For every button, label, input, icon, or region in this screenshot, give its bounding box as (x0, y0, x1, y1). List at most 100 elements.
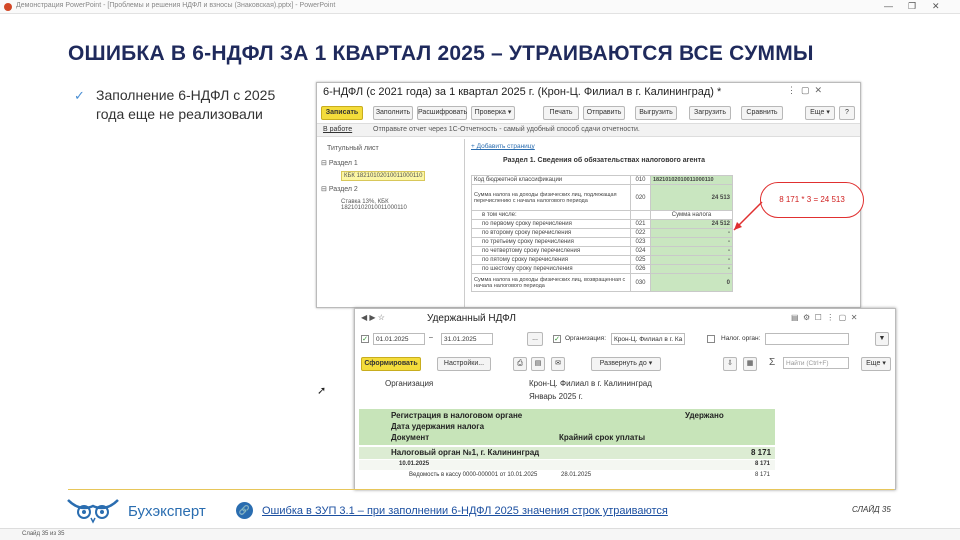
table-row: по второму сроку перечисления 022- (471, 228, 733, 238)
settings-button[interactable]: Настройки... (437, 357, 491, 371)
org-checkbox[interactable]: ✓ (553, 335, 561, 343)
group-row[interactable]: Налоговый орган №1, г. Калининград 8 171 (359, 447, 775, 459)
row-label: Сумма налога на доходы физических лиц, в… (471, 273, 631, 292)
section-header: Раздел 1. Сведения об обязательствах нал… (503, 157, 705, 164)
row-value[interactable]: - (650, 228, 733, 238)
row-code: 021 (630, 219, 651, 229)
row-value[interactable]: - (650, 264, 733, 274)
row-label: по пятому сроку перечисления (471, 255, 631, 265)
row-value[interactable]: - (650, 237, 733, 247)
powerpoint-icon (4, 3, 12, 11)
filter-row: ✓ 01.01.2025 – 31.01.2025 ... ✓ Организа… (355, 331, 895, 349)
row-value[interactable]: 24 513 (650, 184, 733, 211)
tree-title-sheet[interactable]: Титульный лист (327, 145, 379, 152)
report-form: + Добавить страницу Раздел 1. Сведения о… (467, 139, 860, 307)
link-icon: 🔗 (236, 502, 253, 519)
period-checkbox[interactable]: ✓ (361, 335, 369, 343)
doc-row-label: Ведомость в кассу 0000-000001 от 10.01.2… (409, 472, 538, 478)
row-value[interactable]: 24 512 (650, 219, 733, 229)
mail-icon[interactable]: ✉ (551, 357, 565, 371)
send-button[interactable]: Отправить (583, 106, 625, 120)
nav-arrows[interactable]: ◀ ▶ ☆ (361, 313, 385, 322)
row-code: 022 (630, 228, 651, 238)
tax-checkbox[interactable] (707, 335, 715, 343)
period-select-button[interactable]: ... (527, 332, 543, 346)
row-code (630, 210, 651, 220)
tree-rate[interactable]: Ставка 13%, КБК 18210102010011000110 (341, 199, 451, 211)
table-row: по шестому сроку перечисления 026- (471, 264, 733, 274)
org-label: Организация: (565, 335, 607, 342)
row-value[interactable]: - (650, 255, 733, 265)
restore-icon[interactable]: ❐ (908, 1, 916, 12)
print-button[interactable]: Печать (543, 106, 579, 120)
row-label: Код бюджетной классификации (471, 175, 631, 185)
more-button2[interactable]: Еще ▾ (861, 357, 891, 371)
row-code: 030 (630, 273, 651, 292)
more-button[interactable]: Еще ▾ (805, 106, 835, 120)
table-row: Сумма налога на доходы физических лиц, п… (471, 184, 733, 211)
filter-icon[interactable]: ▼ (875, 332, 889, 346)
doc-row-deadline: 28.01.2025 (561, 472, 592, 478)
search-input[interactable]: Найти (Ctrl+F) (783, 357, 849, 369)
tax-select[interactable] (765, 333, 849, 345)
close-icon[interactable]: ✕ (932, 1, 940, 12)
row-label: по четвертому сроку перечисления (471, 246, 631, 256)
header-registration: Регистрация в налоговом органе (391, 411, 523, 420)
table-row: по пятому сроку перечисления 025- (471, 255, 733, 265)
article-link[interactable]: Ошибка в ЗУП 3.1 – при заполнении 6-НДФЛ… (262, 505, 668, 517)
export-button[interactable]: Выгрузить (635, 106, 677, 120)
row-label: в том числе: (471, 210, 631, 220)
check-button[interactable]: Проверка ▾ (471, 106, 515, 120)
save-button[interactable]: Записать (321, 106, 363, 120)
tree-kbk-selected[interactable]: КБК 18210102010011000110 (341, 171, 426, 181)
row-value[interactable]: 18210102010011000110 (650, 175, 733, 185)
fill-button[interactable]: Заполнить (373, 106, 413, 120)
status-link[interactable]: В работе (323, 126, 352, 133)
generate-button[interactable]: Сформировать (361, 357, 421, 371)
table-row: Сумма налога на доходы физических лиц, в… (471, 273, 733, 292)
tree-section1[interactable]: ⊟ Раздел 1 (321, 159, 358, 167)
row-label: по первому сроку перечисления (471, 219, 631, 229)
row-value[interactable]: 0 (650, 273, 733, 292)
footer-divider (68, 489, 894, 490)
sum-icon[interactable]: Σ (769, 357, 775, 368)
save-icon[interactable]: ▤ (531, 357, 545, 371)
row-value[interactable]: - (650, 246, 733, 256)
date-row[interactable]: 10.01.2025 8 171 (359, 460, 775, 470)
app-titlebar: Демонстрация PowerPoint - [Проблемы и ре… (0, 0, 960, 14)
info-bar: В работе Отправьте отчет через 1С-Отчетн… (317, 123, 860, 137)
info-text: Отправьте отчет через 1С-Отчетность - са… (373, 126, 640, 133)
row-label: по третьему сроку перечисления (471, 237, 631, 247)
header-deadline: Крайний срок уплаты (559, 433, 646, 442)
add-page-link[interactable]: + Добавить страницу (471, 143, 535, 150)
doc-row[interactable]: Ведомость в кассу 0000-000001 от 10.01.2… (359, 471, 775, 481)
row-code: 020 (630, 184, 651, 211)
report-header: Регистрация в налоговом органе Удержано … (359, 409, 777, 445)
window-controls[interactable]: ⋮ ▢ ✕ (787, 85, 822, 96)
section-table: Код бюджетной классификации 010 1821010201… (471, 175, 733, 292)
attach-icon[interactable]: ▦ (743, 357, 757, 371)
tree-section2-label: Раздел 2 (328, 186, 358, 193)
period-row-value: Январь 2025 г. (529, 392, 583, 401)
compare-button[interactable]: Сравнить (741, 106, 783, 120)
expand-button[interactable]: Развернуть до ▾ (591, 357, 661, 371)
table-row: Код бюджетной классификации 010 1821010201… (471, 175, 733, 185)
date-from-input[interactable]: 01.01.2025 (373, 333, 425, 345)
print-icon[interactable]: ⎙ (513, 357, 527, 371)
download-icon[interactable]: ⇩ (723, 357, 737, 371)
window-controls[interactable]: ▤ ⚙ ☐ ⋮ ▢ ✕ (791, 313, 857, 322)
table-row: по первому сроку перечисления 021 24 512 (471, 219, 733, 229)
row-code: 023 (630, 237, 651, 247)
help-button[interactable]: ? (839, 106, 855, 120)
logo-text: Бухэксперт (128, 503, 206, 520)
withheld-window-title: Удержанный НДФЛ (427, 313, 516, 324)
decode-button[interactable]: Расшифровать (417, 106, 467, 120)
minimize-icon[interactable]: — (884, 1, 893, 11)
report-toolbar: Записать Заполнить Расшифровать Проверка… (317, 103, 860, 121)
org-select[interactable]: Крон-Ц. Филиал в г. Ка (611, 333, 685, 345)
bullet-text: Заполнение 6-НДФЛ с 2025 года еще не реа… (96, 87, 276, 122)
tree-section2[interactable]: ⊟ Раздел 2 (321, 185, 358, 193)
import-button[interactable]: Загрузить (689, 106, 731, 120)
date-to-input[interactable]: 31.01.2025 (441, 333, 493, 345)
row-code: 025 (630, 255, 651, 265)
